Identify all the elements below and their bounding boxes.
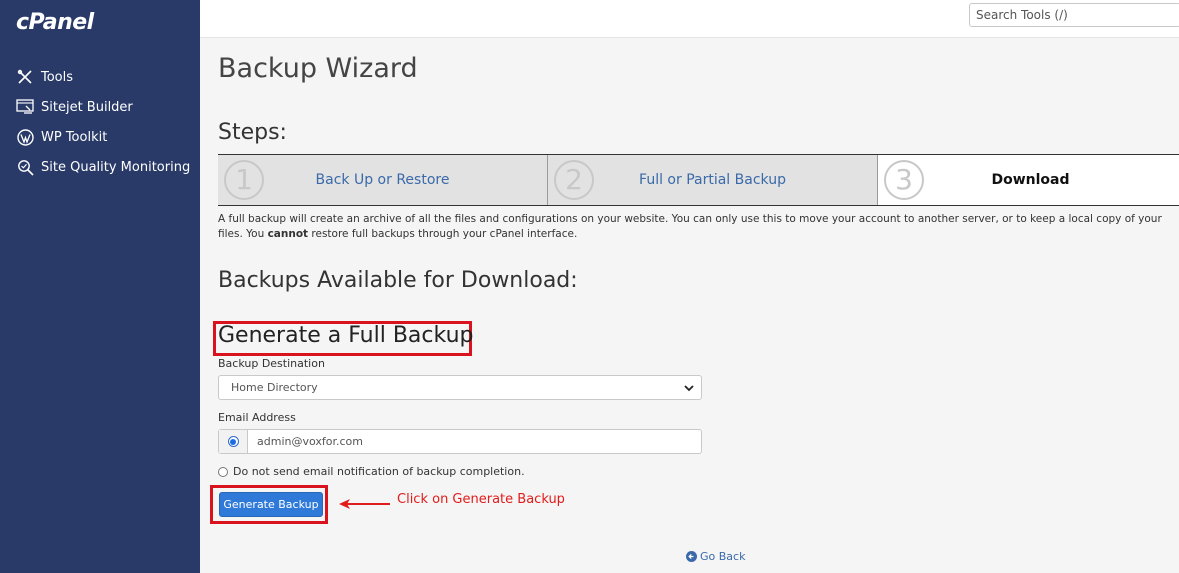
- step-label: Back Up or Restore: [315, 172, 450, 188]
- page-title: Backup Wizard: [218, 53, 418, 84]
- wizard-steps: 1 Back Up or Restore 2 Full or Partial B…: [218, 154, 1179, 206]
- step-download: 3 Download: [878, 155, 1179, 205]
- annotation-text: Click on Generate Backup: [397, 492, 565, 507]
- generate-full-backup-title: Generate a Full Backup: [218, 323, 474, 348]
- email-field[interactable]: [248, 430, 698, 453]
- description-text: restore full backups through your cPanel…: [308, 228, 578, 240]
- step-label: Download: [991, 172, 1070, 188]
- search-tools-input[interactable]: [969, 3, 1179, 27]
- sidebar-item-label: Site Quality Monitoring: [41, 159, 191, 175]
- search-quality-icon: [15, 157, 35, 177]
- no-email-radio[interactable]: [218, 466, 228, 477]
- sidebar-item-wp-toolkit[interactable]: WP Toolkit: [0, 122, 200, 152]
- arrow-circle-left-icon: [686, 551, 697, 562]
- email-field-group: [218, 429, 702, 454]
- chevron-down-icon: [683, 382, 695, 394]
- sidebar-item-label: Sitejet Builder: [41, 99, 133, 115]
- generate-backup-button[interactable]: Generate Backup: [219, 492, 323, 517]
- sidebar-nav: Tools Sitejet Builder WP Toolkit Site Qu…: [0, 62, 200, 182]
- step-label: Full or Partial Backup: [639, 172, 786, 188]
- backup-destination-label: Backup Destination: [218, 357, 325, 370]
- backup-destination-value: Home Directory: [231, 381, 318, 394]
- step-full-or-partial-backup[interactable]: 2 Full or Partial Backup: [548, 155, 878, 205]
- step-back-up-or-restore[interactable]: 1 Back Up or Restore: [218, 155, 548, 205]
- go-back-link[interactable]: Go Back: [686, 550, 745, 563]
- radio-selected-icon: [227, 436, 239, 447]
- step-number-3: 3: [884, 160, 924, 200]
- tools-icon: [15, 67, 35, 87]
- sitejet-icon: [15, 97, 35, 117]
- step-number-1: 1: [224, 160, 264, 200]
- no-email-label: Do not send email notification of backup…: [233, 465, 525, 478]
- sidebar-item-tools[interactable]: Tools: [0, 62, 200, 92]
- cpanel-logo[interactable]: cPanel: [16, 10, 94, 35]
- backup-description: A full backup will create an archive of …: [218, 212, 1178, 242]
- no-email-option: Do not send email notification of backup…: [218, 465, 525, 478]
- wordpress-icon: [15, 127, 35, 147]
- description-emphasis: cannot: [267, 228, 309, 240]
- backups-available-title: Backups Available for Download:: [218, 268, 578, 293]
- sidebar-item-site-quality-monitoring[interactable]: Site Quality Monitoring: [0, 152, 200, 182]
- go-back-label: Go Back: [700, 550, 746, 563]
- email-address-label: Email Address: [218, 411, 296, 424]
- sidebar-item-label: WP Toolkit: [41, 129, 108, 145]
- main-content: Backup Wizard Steps: 1 Back Up or Restor…: [200, 38, 1179, 573]
- topbar: [200, 0, 1179, 38]
- step-number-2: 2: [554, 160, 594, 200]
- backup-destination-select[interactable]: Home Directory: [218, 375, 702, 400]
- sidebar-item-sitejet-builder[interactable]: Sitejet Builder: [0, 92, 200, 122]
- arrow-left-icon: [338, 495, 392, 509]
- sidebar: cPanel Tools Sitejet Builder WP Toolkit …: [0, 0, 200, 573]
- sidebar-item-label: Tools: [41, 69, 74, 85]
- send-email-radio[interactable]: [219, 430, 248, 453]
- steps-title: Steps:: [218, 120, 287, 145]
